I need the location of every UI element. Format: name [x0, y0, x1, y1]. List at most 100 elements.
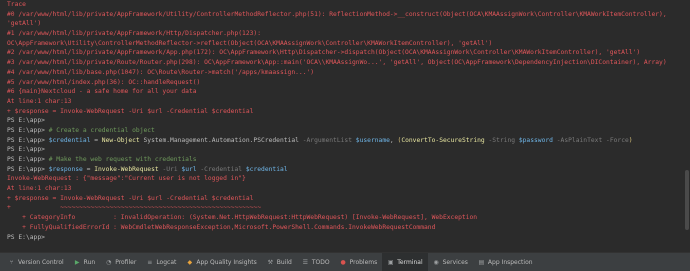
terminal-text-segment: PS E:\app> — [7, 136, 49, 144]
terminal-text-segment: #6 {main}Nextcloud - a safe home for all… — [7, 88, 197, 96]
terminal-text-segment: $username — [355, 136, 390, 144]
play-icon: ▶ — [74, 258, 80, 266]
terminal-text-segment: PS E:\app> — [7, 146, 45, 154]
terminal-text-segment: # Create a credential object — [48, 126, 155, 134]
terminal-text-segment: $password — [518, 136, 553, 144]
insights-icon: ◆ — [187, 258, 193, 266]
terminal-line: #0 /var/www/html/lib/private/AppFramewor… — [7, 10, 690, 20]
terminal-text-segment: ConvertTo-SecureString — [401, 136, 485, 144]
terminal-line: + $response = Invoke-WebRequest -Uri $ur… — [7, 107, 690, 117]
terminal-text-segment: + CategoryInfo : InvalidOperation: (Syst… — [7, 214, 478, 222]
terminal-line: #6 {main}Nextcloud - a safe home for all… — [7, 87, 690, 97]
gauge-icon: ◔ — [106, 258, 112, 266]
tool-button-label: Problems — [349, 258, 378, 266]
tool-button-logcat[interactable]: ≡ Logcat — [141, 253, 181, 271]
tool-button-app-inspection[interactable]: ▤ App Inspection — [473, 253, 538, 271]
terminal-text-segment: -AsPlainText -Force — [552, 136, 629, 144]
terminal-text-segment: System.Management.Automation.PSCredentia… — [139, 136, 303, 144]
terminal-text-segment: #4 /var/www/html/lib/base.php(1047): OC\… — [7, 68, 315, 76]
terminal-icon: ▣ — [387, 258, 394, 266]
list-icon: ☰ — [302, 258, 309, 266]
terminal-text-segment: $credential — [48, 136, 91, 144]
hammer-icon: ⚒ — [267, 258, 273, 266]
terminal-line: Invoke-WebRequest : {"message":"Current … — [7, 174, 690, 184]
tool-button-app-quality-insights[interactable]: ◆ App Quality Insights — [181, 253, 261, 271]
terminal-text-segment: ) — [628, 136, 633, 144]
services-icon: ◉ — [433, 258, 439, 266]
terminal-line: OC\AppFramework\Utility\ControllerMethod… — [7, 39, 690, 49]
tool-button-label: TODO — [311, 258, 330, 266]
terminal-text-segment: New-Object — [101, 136, 140, 144]
tool-button-label: Version Control — [18, 258, 64, 266]
tool-button-services[interactable]: ◉ Services — [428, 253, 473, 271]
tool-button-build[interactable]: ⚒ Build — [262, 253, 297, 271]
terminal-line: PS E:\app> $credential = New-Object Syst… — [7, 136, 690, 146]
terminal-text-segment: # Make the web request with credentials — [48, 156, 197, 163]
terminal-text-segment: $response — [48, 165, 83, 173]
terminal-line: + ~~~~~~~~~~~~~~~~~~~~~~~~~~~~~~~~~~~~~~… — [7, 203, 690, 213]
terminal-text-segment: OC\AppFramework\Utility\ControllerMethod… — [7, 39, 493, 47]
terminal-text-segment: , — [389, 136, 398, 144]
terminal-scrollbar[interactable] — [684, 0, 690, 252]
terminal-line: PS E:\app> — [7, 116, 690, 126]
tool-button-label: Services — [442, 258, 468, 266]
terminal-output[interactable]: Trace #0 /var/www/html/lib/private/AppFra… — [0, 0, 690, 252]
terminal-line: #4 /var/www/html/lib/base.php(1047): OC\… — [7, 68, 690, 78]
terminal-text-segment: #3 /var/www/html/lib/private/Route/Route… — [7, 59, 667, 67]
terminal-text-segment: PS E:\app> — [7, 165, 49, 173]
terminal-line: + FullyQualifiedErrorId : WebCmdletWebRe… — [7, 223, 690, 233]
tool-button-terminal[interactable]: ▣ Terminal — [382, 253, 428, 271]
terminal-line: PS E:\app> # Create a credential object — [7, 126, 690, 136]
terminal-text-segment: $url — [181, 165, 197, 173]
tool-button-profiler[interactable]: ◔ Profiler — [100, 253, 141, 271]
terminal-line: 'getAll') — [7, 19, 690, 29]
terminal-text-segment: PS E:\app> — [7, 126, 49, 134]
terminal-line: #1 /var/www/html/lib/private/AppFramewor… — [7, 29, 690, 39]
terminal-text-segment: + $response = Invoke-WebRequest -Uri $ur… — [7, 194, 254, 202]
tool-button-todo[interactable]: ☰ TODO — [297, 253, 335, 271]
terminal-line: + $response = Invoke-WebRequest -Uri $ur… — [7, 194, 690, 204]
terminal-line: #3 /var/www/html/lib/private/Route/Route… — [7, 58, 690, 68]
terminal-line: + CategoryInfo : InvalidOperation: (Syst… — [7, 213, 690, 223]
terminal-text-segment: -String — [484, 136, 519, 144]
tool-button-label: App Quality Insights — [196, 258, 257, 266]
terminal-text-segment: At line:1 char:13 — [7, 97, 72, 105]
terminal-text-segment: PS E:\app> — [7, 233, 45, 241]
tool-button-label: Logcat — [156, 258, 177, 266]
warning-icon: ● — [340, 258, 346, 266]
scrollbar-thumb[interactable] — [685, 170, 689, 230]
terminal-text-segment: At line:1 char:13 — [7, 185, 72, 193]
inspection-icon: ▤ — [478, 258, 485, 266]
terminal-line: Trace — [7, 0, 690, 10]
cat-icon: ≡ — [147, 258, 153, 266]
terminal-text-segment: Invoke-WebRequest — [94, 165, 159, 173]
terminal-text-segment: #1 /var/www/html/lib/private/AppFramewor… — [7, 30, 262, 38]
tool-window-bar: ⑂ Version Control ▶ Run ◔ Profiler ≡ Logcat ◆ App… — [0, 252, 690, 271]
terminal-line: At line:1 char:13 — [7, 184, 690, 194]
terminal-text-segment: + ~~~~~~~~~~~~~~~~~~~~~~~~~~~~~~~~~~~~~~… — [7, 204, 262, 212]
terminal-text-segment: #2 /var/www/html/lib/private/AppFramewor… — [7, 49, 641, 57]
branch-icon: ⑂ — [9, 258, 14, 266]
terminal-text-segment: = — [82, 165, 95, 173]
terminal-line: PS E:\app> # Make the web request with c… — [7, 155, 690, 165]
terminal-text-segment: PS E:\app> — [7, 117, 45, 125]
terminal-text-segment: Invoke-WebRequest : {"message":"Current … — [7, 175, 246, 183]
tool-button-run[interactable]: ▶ Run — [69, 253, 101, 271]
terminal-line: #2 /var/www/html/lib/private/AppFramewor… — [7, 48, 690, 58]
tool-button-label: Run — [83, 258, 96, 266]
tool-button-label: Profiler — [115, 258, 137, 266]
tool-button-version-control[interactable]: ⑂ Version Control — [3, 253, 69, 271]
terminal-text-segment: -Uri — [158, 165, 182, 173]
terminal-text-segment: #5 /var/www/html/index.php(36): OC::hand… — [7, 78, 201, 86]
terminal-text-segment: Trace — [7, 1, 26, 8]
terminal-text-segment: -Credential — [196, 165, 246, 173]
terminal-text-segment: = — [90, 136, 102, 144]
tool-button-problems[interactable]: ● Problems — [335, 253, 383, 271]
terminal-line: PS E:\app> — [7, 145, 690, 155]
terminal-text-segment: PS E:\app> — [7, 156, 49, 163]
terminal-line: At line:1 char:13 — [7, 97, 690, 107]
terminal-text-segment: $credential — [245, 165, 288, 173]
terminal-text-segment: + $response = Invoke-WebRequest -Uri $ur… — [7, 107, 254, 115]
terminal-text-segment: #0 /var/www/html/lib/private/AppFramewor… — [7, 10, 667, 18]
tool-button-label: Build — [276, 258, 292, 266]
